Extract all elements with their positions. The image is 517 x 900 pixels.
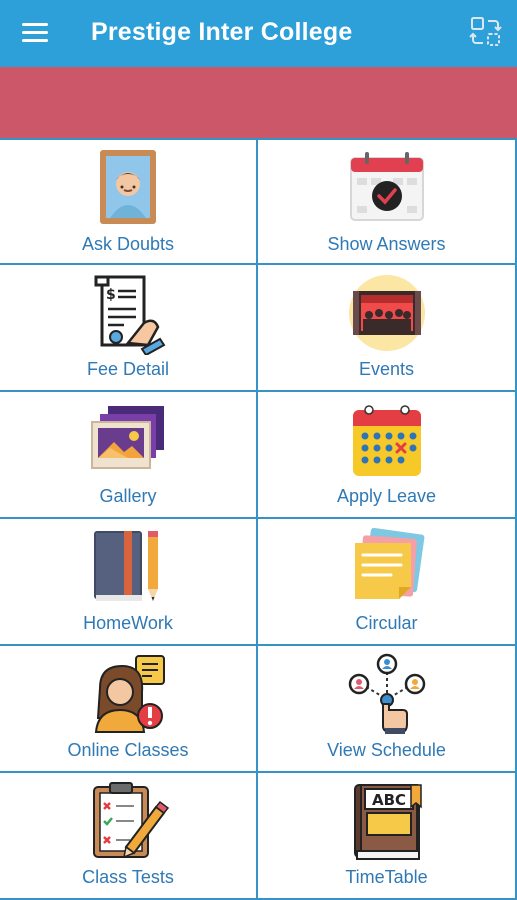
feature-grid: Ask Doubts Show Answers $ Fee Detail Eve… (0, 138, 517, 900)
leave-calendar-icon (352, 405, 421, 476)
tile-label: Online Classes (67, 740, 189, 760)
tile-label: View Schedule (327, 740, 446, 760)
tile-homework[interactable]: HomeWork (0, 519, 258, 646)
tile-label: Fee Detail (86, 359, 170, 379)
tile-label: TimeTable (345, 867, 428, 887)
menu-icon[interactable] (20, 18, 50, 48)
fee-receipt-icon: $ (94, 275, 166, 355)
book-pencil-icon (94, 531, 158, 601)
app-title: Prestige Inter College (91, 18, 353, 46)
tile-label: Ask Doubts (81, 234, 175, 254)
switch-view-icon[interactable] (469, 15, 503, 49)
tile-label: Class Tests (82, 867, 174, 887)
tile-label: Events (358, 359, 415, 379)
tile-online-classes[interactable]: Online Classes (0, 646, 258, 773)
svg-text:ABC: ABC (371, 791, 405, 809)
tile-timetable[interactable]: ABC TimeTable (258, 773, 517, 900)
student-portrait-icon (100, 150, 156, 224)
tile-apply-leave[interactable]: Apply Leave (258, 392, 517, 519)
tile-fee-detail[interactable]: $ Fee Detail (0, 265, 258, 392)
abc-book-icon: ABC (353, 784, 422, 860)
tile-label: Show Answers (327, 234, 446, 254)
tile-class-tests[interactable]: Class Tests (0, 773, 258, 900)
calendar-check-icon (349, 152, 424, 221)
photo-gallery-icon (91, 406, 164, 469)
tile-show-answers[interactable]: Show Answers (258, 138, 517, 265)
tile-gallery[interactable]: Gallery (0, 392, 258, 519)
sticky-notes-icon (354, 527, 424, 599)
tile-ask-doubts[interactable]: Ask Doubts (0, 138, 258, 265)
tile-events[interactable]: Events (258, 265, 517, 392)
tile-label: Gallery (99, 486, 157, 506)
tile-label: Apply Leave (336, 486, 437, 506)
banner (0, 67, 517, 138)
network-touch-icon (348, 653, 425, 734)
tile-view-schedule[interactable]: View Schedule (258, 646, 517, 773)
tile-circular[interactable]: Circular (258, 519, 517, 646)
tile-label: HomeWork (83, 613, 173, 633)
test-clipboard-icon (93, 782, 170, 859)
svg-text:$: $ (106, 287, 116, 303)
app-bar: Prestige Inter College (0, 0, 517, 67)
tile-label: Circular (355, 613, 418, 633)
online-teacher-icon (94, 655, 165, 733)
theater-stage-icon (348, 275, 425, 351)
